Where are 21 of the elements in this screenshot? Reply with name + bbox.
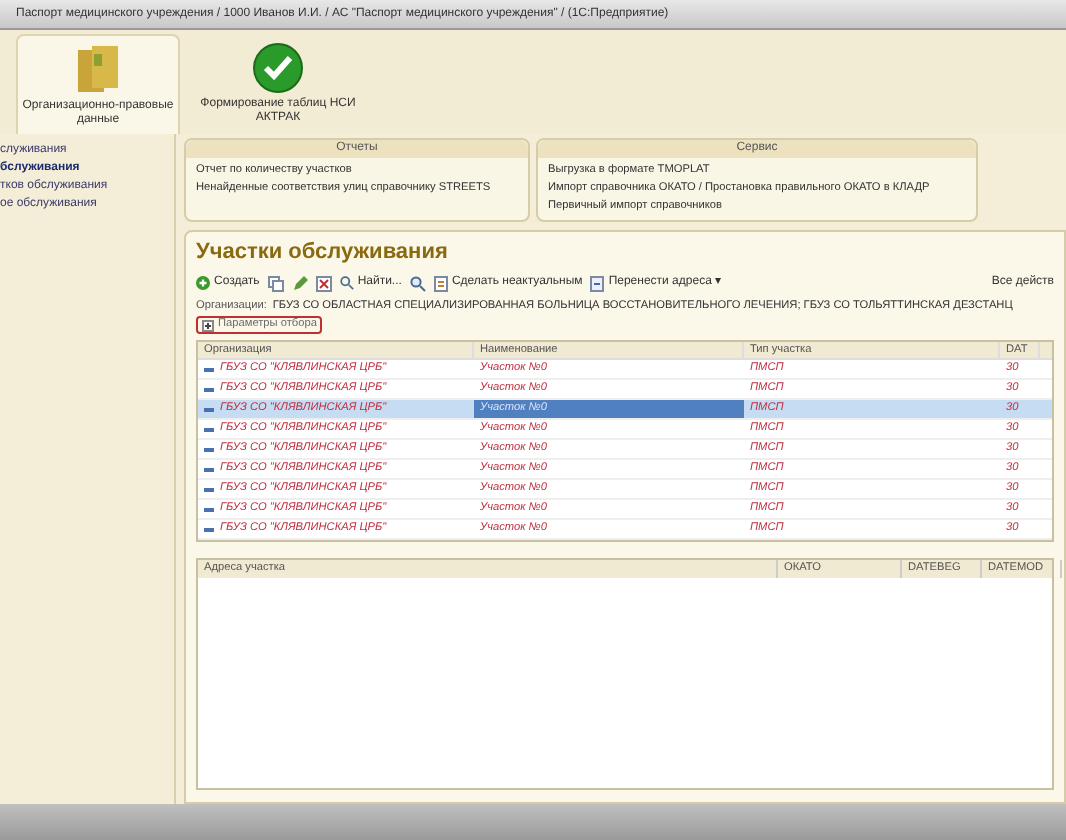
row-dash-icon — [204, 487, 214, 491]
row-dash-icon — [204, 507, 214, 511]
folders-icon — [76, 43, 120, 95]
checkmark-icon — [252, 42, 304, 94]
copy-icon[interactable] — [267, 275, 284, 291]
row-dash-icon — [204, 427, 214, 431]
delete-icon[interactable] — [315, 275, 332, 291]
search-icon — [339, 276, 354, 290]
document-icon — [590, 275, 605, 291]
row-dash-icon — [204, 527, 214, 531]
row-dash-icon — [204, 407, 214, 411]
plus-icon — [202, 319, 214, 331]
row-dash-icon — [204, 447, 214, 451]
row-dash-icon — [204, 367, 214, 371]
document-icon — [433, 275, 448, 291]
form-title: Участки обслуживания — [196, 238, 448, 266]
pencil-icon[interactable] — [291, 275, 308, 291]
zoom-icon[interactable] — [409, 275, 426, 291]
row-dash-icon — [204, 467, 214, 471]
add-icon — [196, 276, 210, 290]
row-dash-icon — [204, 387, 214, 391]
